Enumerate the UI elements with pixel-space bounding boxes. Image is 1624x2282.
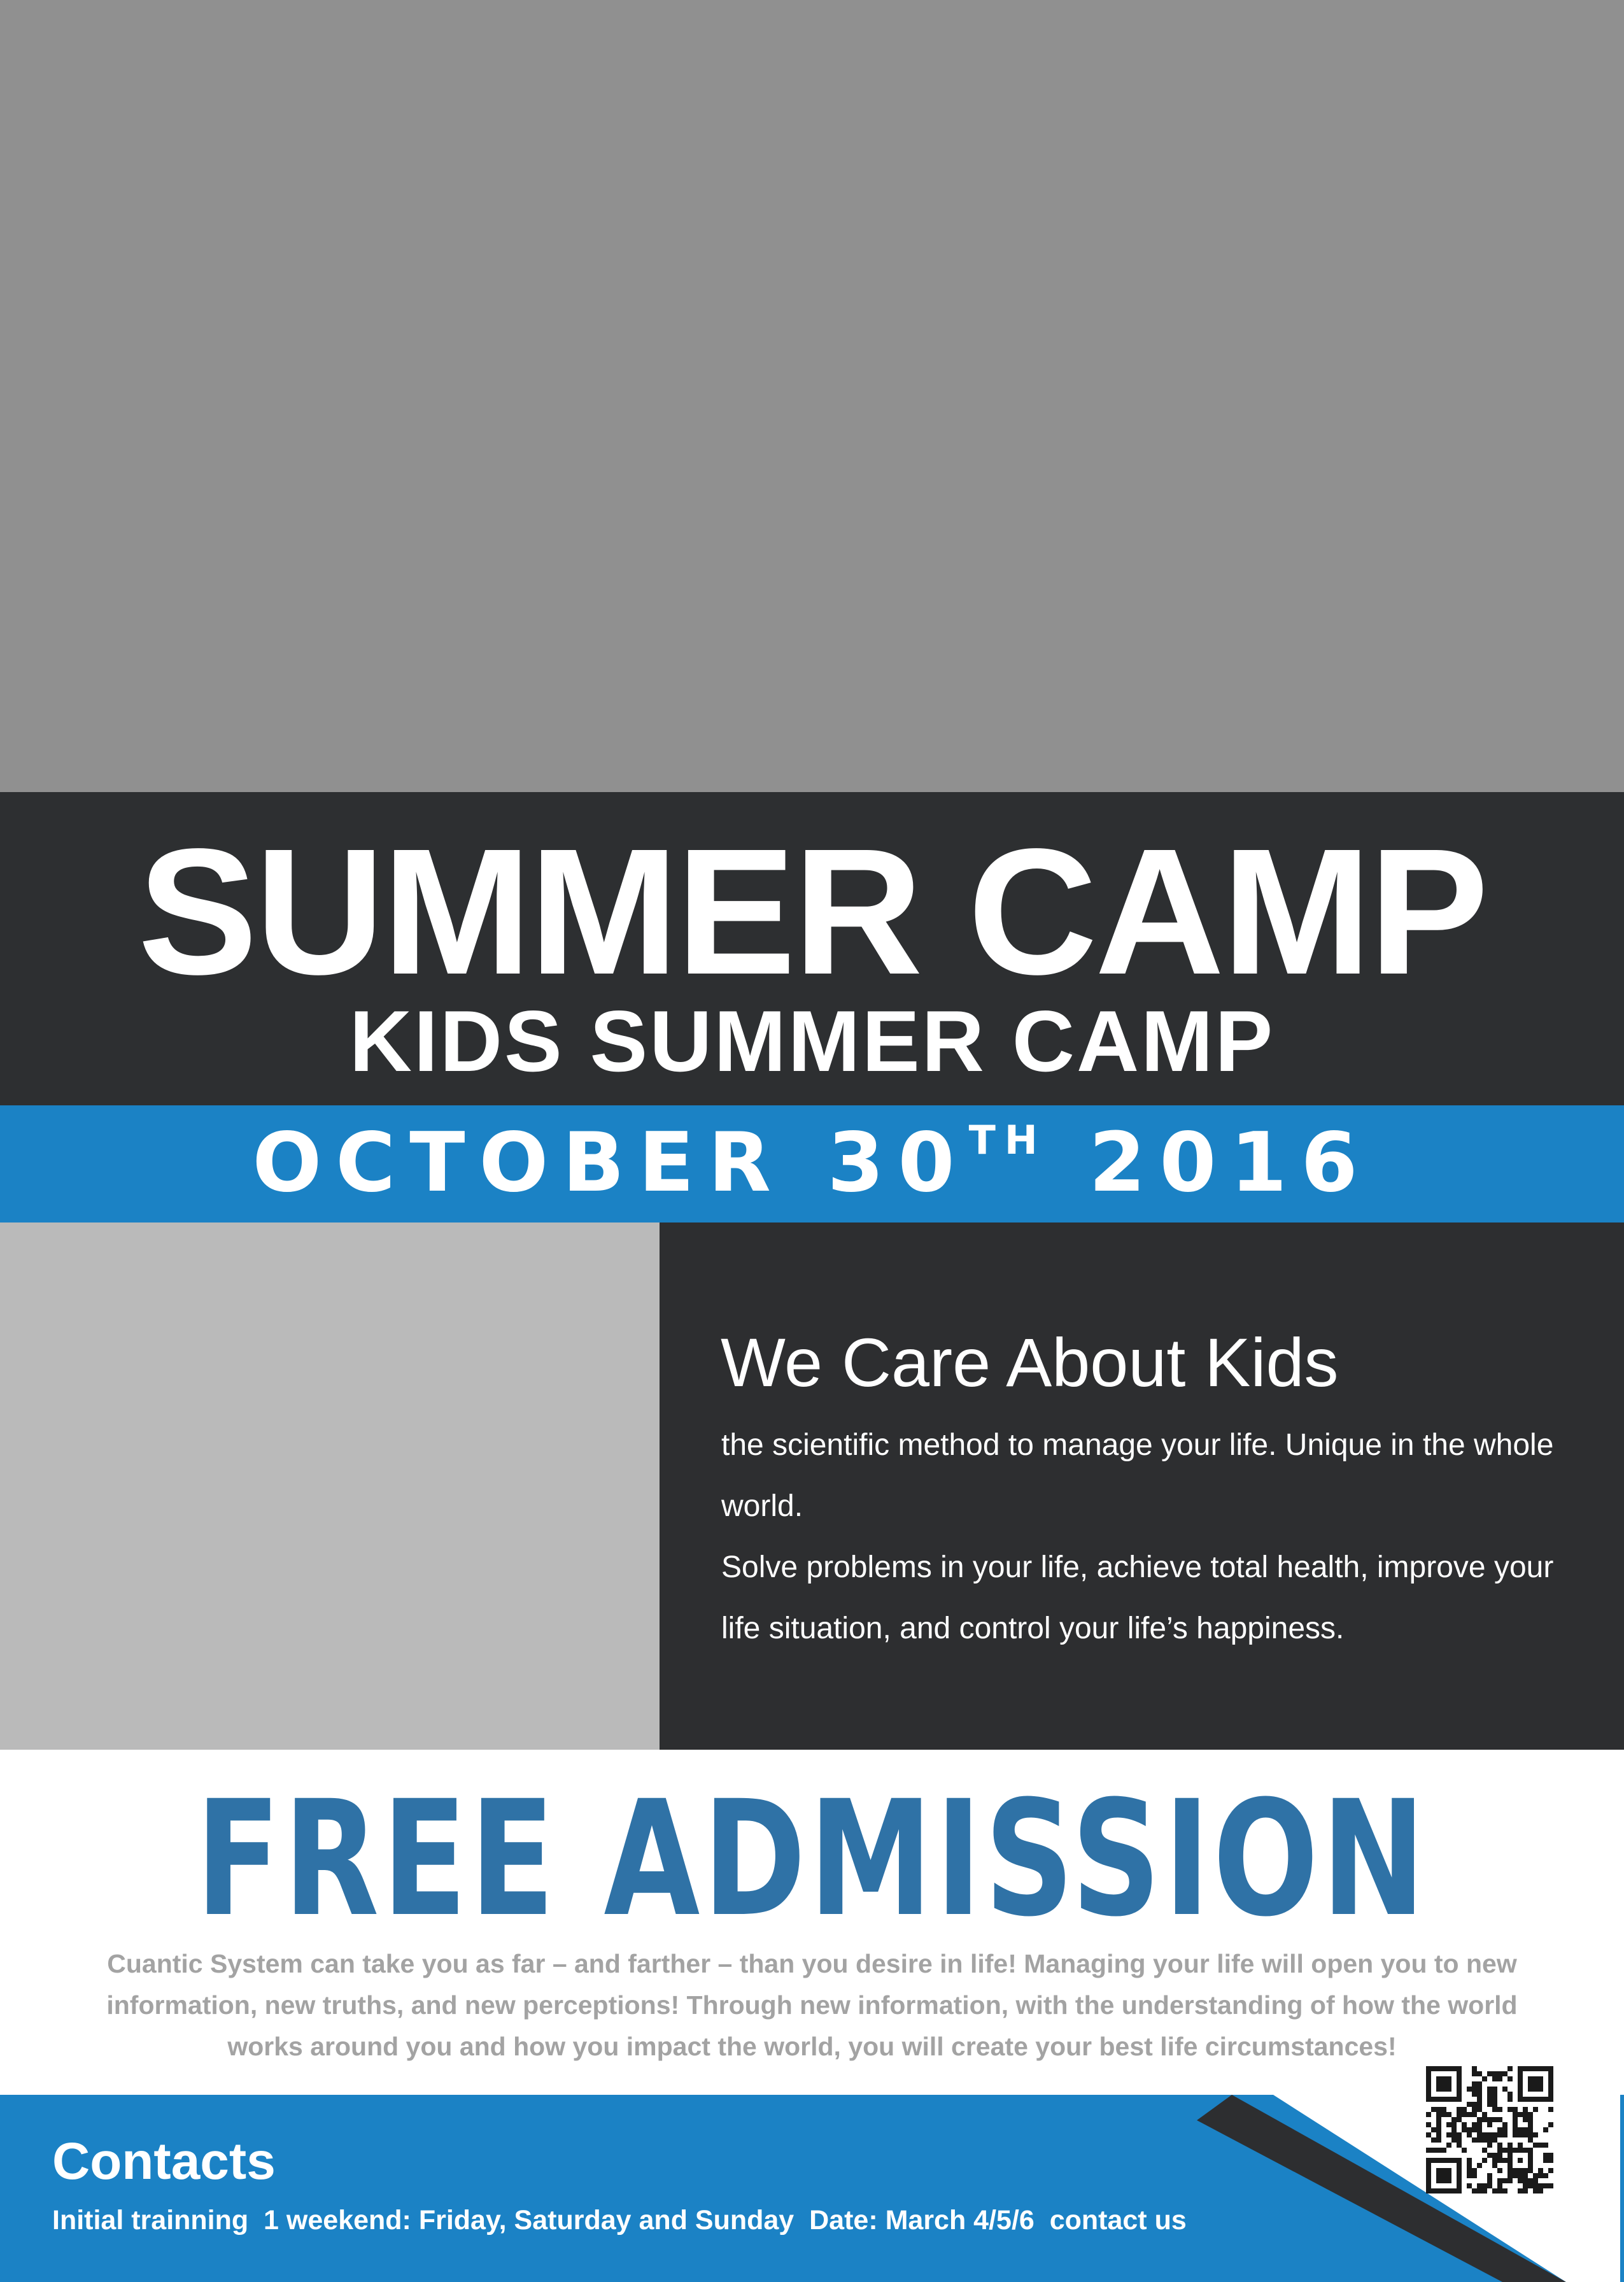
date-day-suffix: TH (968, 1117, 1047, 1163)
contacts-details: Initial trainning 1 weekend: Friday, Sat… (52, 2205, 1187, 2236)
date-month: OCTOBER (252, 1116, 785, 1210)
about-heading: We Care About Kids (721, 1324, 1339, 1401)
event-date: OCTOBER 30TH 2016 (0, 1109, 1624, 1217)
admission-text: Cuantic System can take you as far – and… (106, 1949, 1518, 2061)
about-paragraph: the scientific method to manage your lif… (721, 1428, 1554, 1523)
about-paragraph: Solve problems in your life, achieve tot… (721, 1550, 1554, 1645)
sub-title: KIDS SUMMER CAMP (349, 993, 1275, 1089)
free-admission-heading: FREE ADMISSION (195, 1766, 1429, 1952)
hero-image-placeholder (0, 0, 1624, 792)
main-title: SUMMER CAMP (138, 811, 1489, 1012)
contacts-heading: Contacts (52, 2132, 276, 2190)
qr-code-icon (1426, 2066, 1553, 2193)
poster-page: SUMMER CAMP KIDS SUMMER CAMP OCTOBER 30T… (0, 0, 1624, 2282)
about-body: the scientific method to manage your lif… (721, 1415, 1581, 1659)
date-day: 30 (827, 1116, 969, 1210)
side-image-placeholder (0, 1222, 660, 1750)
date-year: 2016 (1089, 1116, 1372, 1210)
